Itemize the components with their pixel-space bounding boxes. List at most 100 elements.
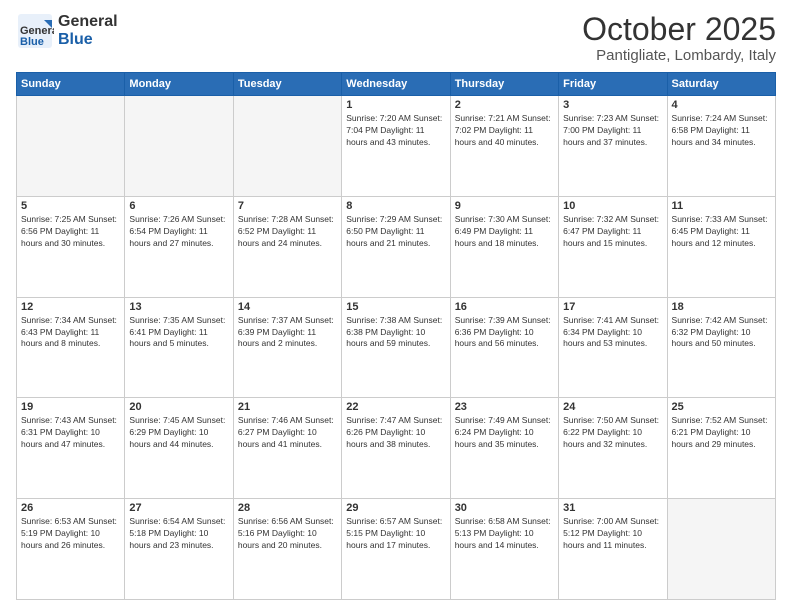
col-saturday: Saturday: [667, 73, 775, 96]
day-number: 17: [563, 301, 662, 313]
day-number: 27: [129, 502, 228, 514]
day-info: Sunrise: 7:21 AM Sunset: 7:02 PM Dayligh…: [455, 113, 554, 149]
day-info: Sunrise: 7:00 AM Sunset: 5:12 PM Dayligh…: [563, 516, 662, 552]
calendar-cell: 15 Sunrise: 7:38 AM Sunset: 6:38 PM Dayli…: [342, 297, 450, 398]
logo-text: General Blue: [58, 13, 118, 49]
calendar-cell: 22 Sunrise: 7:47 AM Sunset: 6:26 PM Dayli…: [342, 398, 450, 499]
day-number: 3: [563, 99, 662, 111]
day-number: 11: [672, 200, 771, 212]
day-number: 30: [455, 502, 554, 514]
calendar-cell: 31Sunrise: 7:00 AM Sunset: 5:12 PM Dayli…: [559, 499, 667, 600]
day-info: Sunrise: 7:39 AM Sunset: 6:36 PM Dayligh…: [455, 315, 554, 351]
calendar-cell: 29 Sunrise: 6:57 AM Sunset: 5:15 PM Dayli…: [342, 499, 450, 600]
day-number: 7: [238, 200, 337, 212]
logo-general: General: [58, 13, 118, 31]
calendar-cell: 4 Sunrise: 7:24 AM Sunset: 6:58 PM Daylig…: [667, 96, 775, 197]
calendar-week-row: 26 Sunrise: 6:53 AM Sunset: 5:19 PM Dayli…: [17, 499, 776, 600]
calendar-cell: 28 Sunrise: 6:56 AM Sunset: 5:16 PM Dayli…: [233, 499, 341, 600]
day-number: 4: [672, 99, 771, 111]
day-info: Sunrise: 7:34 AM Sunset: 6:43 PM Dayligh…: [21, 315, 120, 351]
calendar-cell: [667, 499, 775, 600]
day-info: Sunrise: 7:25 AM Sunset: 6:56 PM Dayligh…: [21, 214, 120, 250]
header: General Blue General Blue October 2025 P…: [16, 12, 776, 64]
day-number: 9: [455, 200, 554, 212]
calendar-cell: 2Sunrise: 7:21 AM Sunset: 7:02 PM Daylig…: [450, 96, 558, 197]
day-info: Sunrise: 7:47 AM Sunset: 6:26 PM Dayligh…: [346, 415, 445, 451]
calendar-cell: 8 Sunrise: 7:29 AM Sunset: 6:50 PM Daylig…: [342, 196, 450, 297]
col-sunday: Sunday: [17, 73, 125, 96]
calendar-cell: 11 Sunrise: 7:33 AM Sunset: 6:45 PM Dayli…: [667, 196, 775, 297]
day-info: Sunrise: 7:41 AM Sunset: 6:34 PM Dayligh…: [563, 315, 662, 351]
calendar-cell: 17 Sunrise: 7:41 AM Sunset: 6:34 PM Dayli…: [559, 297, 667, 398]
svg-text:Blue: Blue: [20, 36, 44, 48]
day-number: 20: [129, 401, 228, 413]
logo: General Blue General Blue: [16, 12, 118, 50]
calendar-cell: 23 Sunrise: 7:49 AM Sunset: 6:24 PM Dayli…: [450, 398, 558, 499]
day-info: Sunrise: 7:52 AM Sunset: 6:21 PM Dayligh…: [672, 415, 771, 451]
col-thursday: Thursday: [450, 73, 558, 96]
location: Pantigliate, Lombardy, Italy: [582, 47, 776, 64]
calendar-cell: 25Sunrise: 7:52 AM Sunset: 6:21 PM Dayli…: [667, 398, 775, 499]
calendar-cell: [233, 96, 341, 197]
day-info: Sunrise: 6:57 AM Sunset: 5:15 PM Dayligh…: [346, 516, 445, 552]
calendar-cell: 7 Sunrise: 7:28 AM Sunset: 6:52 PM Daylig…: [233, 196, 341, 297]
day-info: Sunrise: 6:54 AM Sunset: 5:18 PM Dayligh…: [129, 516, 228, 552]
day-number: 22: [346, 401, 445, 413]
calendar-cell: 20 Sunrise: 7:45 AM Sunset: 6:29 PM Dayli…: [125, 398, 233, 499]
day-number: 5: [21, 200, 120, 212]
calendar-cell: 3Sunrise: 7:23 AM Sunset: 7:00 PM Daylig…: [559, 96, 667, 197]
title-block: October 2025 Pantigliate, Lombardy, Ital…: [582, 12, 776, 64]
day-info: Sunrise: 6:56 AM Sunset: 5:16 PM Dayligh…: [238, 516, 337, 552]
calendar-cell: 21 Sunrise: 7:46 AM Sunset: 6:27 PM Dayli…: [233, 398, 341, 499]
day-number: 28: [238, 502, 337, 514]
day-info: Sunrise: 7:43 AM Sunset: 6:31 PM Dayligh…: [21, 415, 120, 451]
calendar-cell: 6 Sunrise: 7:26 AM Sunset: 6:54 PM Daylig…: [125, 196, 233, 297]
day-info: Sunrise: 7:45 AM Sunset: 6:29 PM Dayligh…: [129, 415, 228, 451]
calendar-cell: 9Sunrise: 7:30 AM Sunset: 6:49 PM Daylig…: [450, 196, 558, 297]
day-info: Sunrise: 6:53 AM Sunset: 5:19 PM Dayligh…: [21, 516, 120, 552]
day-info: Sunrise: 7:42 AM Sunset: 6:32 PM Dayligh…: [672, 315, 771, 351]
day-info: Sunrise: 7:46 AM Sunset: 6:27 PM Dayligh…: [238, 415, 337, 451]
day-info: Sunrise: 7:24 AM Sunset: 6:58 PM Dayligh…: [672, 113, 771, 149]
day-number: 21: [238, 401, 337, 413]
day-info: Sunrise: 7:33 AM Sunset: 6:45 PM Dayligh…: [672, 214, 771, 250]
calendar-cell: [17, 96, 125, 197]
day-info: Sunrise: 7:35 AM Sunset: 6:41 PM Dayligh…: [129, 315, 228, 351]
day-number: 19: [21, 401, 120, 413]
calendar-cell: 1Sunrise: 7:20 AM Sunset: 7:04 PM Daylig…: [342, 96, 450, 197]
day-info: Sunrise: 7:26 AM Sunset: 6:54 PM Dayligh…: [129, 214, 228, 250]
day-number: 14: [238, 301, 337, 313]
col-wednesday: Wednesday: [342, 73, 450, 96]
calendar-cell: 24 Sunrise: 7:50 AM Sunset: 6:22 PM Dayli…: [559, 398, 667, 499]
calendar-cell: 13 Sunrise: 7:35 AM Sunset: 6:41 PM Dayli…: [125, 297, 233, 398]
day-number: 13: [129, 301, 228, 313]
calendar-header-row: Sunday Monday Tuesday Wednesday Thursday…: [17, 73, 776, 96]
calendar-week-row: 12Sunrise: 7:34 AM Sunset: 6:43 PM Dayli…: [17, 297, 776, 398]
day-number: 10: [563, 200, 662, 212]
day-number: 23: [455, 401, 554, 413]
calendar-week-row: 1Sunrise: 7:20 AM Sunset: 7:04 PM Daylig…: [17, 96, 776, 197]
day-info: Sunrise: 7:50 AM Sunset: 6:22 PM Dayligh…: [563, 415, 662, 451]
calendar-cell: 19 Sunrise: 7:43 AM Sunset: 6:31 PM Dayli…: [17, 398, 125, 499]
calendar-cell: 12Sunrise: 7:34 AM Sunset: 6:43 PM Dayli…: [17, 297, 125, 398]
day-number: 29: [346, 502, 445, 514]
day-number: 16: [455, 301, 554, 313]
day-number: 24: [563, 401, 662, 413]
col-tuesday: Tuesday: [233, 73, 341, 96]
calendar-cell: 26 Sunrise: 6:53 AM Sunset: 5:19 PM Dayli…: [17, 499, 125, 600]
day-info: Sunrise: 7:37 AM Sunset: 6:39 PM Dayligh…: [238, 315, 337, 351]
day-number: 15: [346, 301, 445, 313]
calendar-week-row: 19 Sunrise: 7:43 AM Sunset: 6:31 PM Dayli…: [17, 398, 776, 499]
day-number: 8: [346, 200, 445, 212]
calendar-cell: [125, 96, 233, 197]
day-number: 26: [21, 502, 120, 514]
col-monday: Monday: [125, 73, 233, 96]
day-info: Sunrise: 7:28 AM Sunset: 6:52 PM Dayligh…: [238, 214, 337, 250]
calendar-cell: 5 Sunrise: 7:25 AM Sunset: 6:56 PM Daylig…: [17, 196, 125, 297]
day-info: Sunrise: 7:49 AM Sunset: 6:24 PM Dayligh…: [455, 415, 554, 451]
calendar-cell: 16 Sunrise: 7:39 AM Sunset: 6:36 PM Dayli…: [450, 297, 558, 398]
day-info: Sunrise: 7:29 AM Sunset: 6:50 PM Dayligh…: [346, 214, 445, 250]
day-number: 6: [129, 200, 228, 212]
day-info: Sunrise: 7:38 AM Sunset: 6:38 PM Dayligh…: [346, 315, 445, 351]
calendar-week-row: 5 Sunrise: 7:25 AM Sunset: 6:56 PM Daylig…: [17, 196, 776, 297]
